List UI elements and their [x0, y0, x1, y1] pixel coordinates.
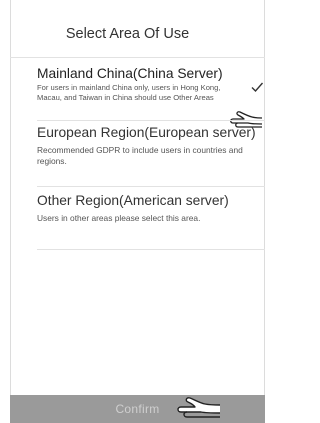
option-other-region[interactable]: Other Region(American server) Users in o… — [37, 193, 262, 224]
option-european-region[interactable]: European Region(European server) Recomme… — [37, 125, 262, 167]
option-description: For users in mainland China only, users … — [37, 83, 221, 102]
option-divider — [37, 249, 265, 250]
option-mainland-china[interactable]: Mainland China(China Server) For users i… — [37, 66, 262, 102]
hand-pointer-icon — [177, 397, 221, 418]
option-divider — [37, 186, 265, 187]
header-divider — [10, 57, 265, 58]
check-icon — [251, 82, 264, 93]
option-description: Recommended GDPR to include users in cou… — [37, 145, 243, 166]
option-title: Mainland China(China Server) — [37, 66, 223, 81]
option-description: Users in other areas please select this … — [37, 213, 201, 223]
option-divider — [37, 120, 265, 121]
confirm-label: Confirm — [115, 402, 160, 416]
option-title: Other Region(American server) — [37, 193, 229, 208]
option-title: European Region(European server) — [37, 125, 256, 140]
confirm-button[interactable]: Confirm — [10, 395, 265, 423]
page-title: Select Area Of Use — [65, 26, 190, 42]
